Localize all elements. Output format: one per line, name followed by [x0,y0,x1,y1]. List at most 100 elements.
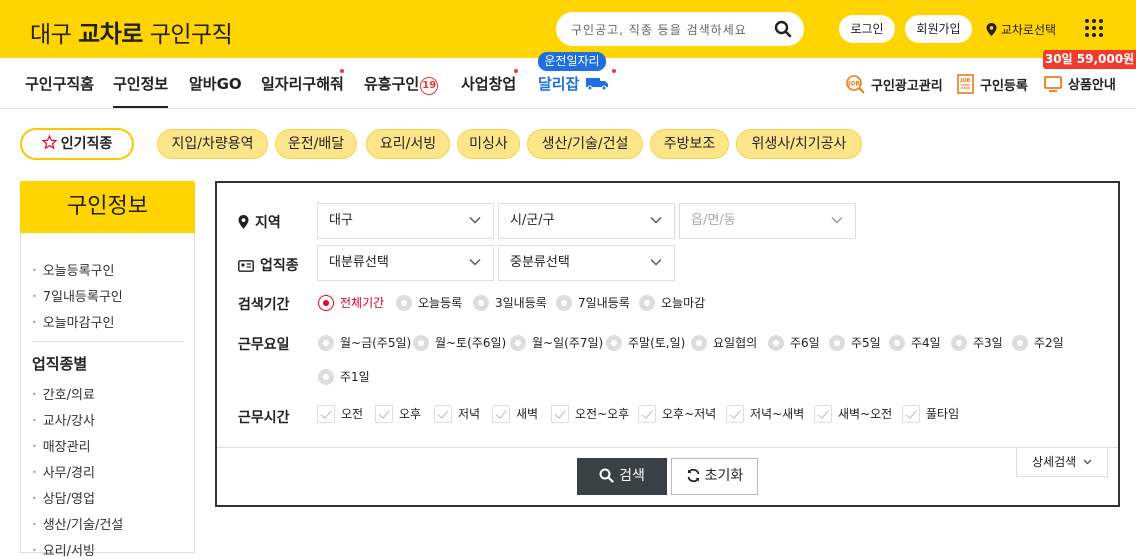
sidebar-link-7days[interactable]: 7일내등록구인 [32,286,123,305]
worktime-option-label: 풀타임 [926,407,960,421]
period-radio[interactable]: 오늘마감 [639,294,705,311]
site-logo[interactable]: 대구 교차로 구인구직 [30,14,233,49]
nav-item-find-job[interactable]: 일자리구해줘 [261,73,344,94]
period-radio[interactable]: 전체기간 [318,294,384,311]
sidebar-category-item[interactable]: 사무/경리 [32,462,95,481]
workday-radio[interactable]: 주6일 [768,334,820,351]
detail-search-label: 상세검색 [1032,455,1077,469]
sidebar-category-item[interactable]: 매장관리 [32,436,91,455]
worktime-checkbox[interactable]: 저녁~새벽 [726,405,804,423]
checkbox-box [726,405,744,423]
region-select-button[interactable]: 교차로선택 [986,21,1056,38]
major-category-select[interactable]: 대분류선택 [317,245,494,281]
nav-item-adult-jobs[interactable]: 유흥구인 19 [364,73,439,95]
workday-radio[interactable]: 월~금(주5일) [318,334,411,351]
location-pin-icon [238,215,249,229]
reset-button[interactable]: 초기화 [671,458,758,495]
job-document-icon: JOB [957,74,974,94]
sidebar-link-closing[interactable]: 오늘마감구인 [32,312,115,331]
detail-search-button[interactable]: 상세검색 [1016,448,1108,477]
nav-item-dallijob-label: 달리잡 [538,75,580,93]
sidebar-divider [32,341,184,342]
driver-jobs-tooltip: 운전일자리 [538,52,606,71]
search-icon[interactable] [774,20,792,38]
worktime-label: 근무시간 [238,410,290,426]
worktime-checkbox[interactable]: 오전 [317,405,363,423]
workday-radio[interactable]: 월~토(주6일) [413,334,506,351]
truck-icon [585,78,608,91]
reset-button-label: 초기화 [704,468,744,484]
search-button[interactable]: 검색 [577,458,667,495]
sidebar-category-title: 업직종별 [32,355,88,373]
checkbox-box [434,405,452,423]
nav-item-alba-go[interactable]: 알바GO [189,73,242,94]
login-button[interactable]: 로그인 [839,15,895,43]
sidebar-category-item[interactable]: 교사/강사 [32,410,95,429]
radio-circle [829,335,845,351]
worktime-option-label: 새벽~오전 [838,407,893,421]
town-select-value: 읍/면/동 [691,213,736,228]
workday-option-label: 주1일 [340,370,370,384]
workday-radio[interactable]: 주2일 [1012,334,1064,351]
minor-category-select[interactable]: 중분류선택 [498,245,675,281]
workday-option-label: 월~일(주7일) [532,336,604,350]
nav-product-info[interactable]: 상품안내 [1044,74,1116,93]
nav-item-startup[interactable]: 사업창업 [461,73,516,94]
all-menu-grid-icon[interactable] [1085,19,1103,37]
chevron-down-icon [469,217,481,224]
chip-job[interactable]: 생산/기술/건설 [527,129,643,159]
workday-radio[interactable]: 주1일 [318,368,370,385]
workday-radio[interactable]: 주3일 [951,334,1003,351]
nav-item-home[interactable]: 구인구직홈 [25,73,94,94]
sidebar-category-item[interactable]: 요리/서빙 [32,540,95,559]
worktime-checkbox[interactable]: 오전~오후 [551,405,629,423]
chip-job[interactable]: 요리/서빙 [366,129,450,159]
district-select[interactable]: 시/군/구 [498,203,675,239]
town-select[interactable]: 읍/면/동 [679,203,856,239]
nav-ad-management[interactable]: JOB 구인광고관리 [845,74,943,94]
new-dot-icon [514,69,518,73]
worktime-checkbox[interactable]: 새벽~오전 [814,405,892,423]
workday-radio[interactable]: 주5일 [829,334,881,351]
nav-job-register[interactable]: JOB 구인등록 [957,74,1028,94]
radio-circle [606,335,622,351]
nav-item-job-info[interactable]: 구인정보 [113,73,169,108]
worktime-option-label: 오후~저녁 [662,407,717,421]
worktime-checkbox[interactable]: 오후~저녁 [638,405,716,423]
radio-circle [639,295,655,311]
radio-circle [510,335,526,351]
search-box[interactable]: 구인공고, 직종 등을 검색하세요 [556,12,804,46]
workday-radio[interactable]: 월~일(주7일) [510,334,603,351]
sidebar-category-item[interactable]: 생산/기술/건설 [32,514,124,533]
radio-circle [951,335,967,351]
chip-job[interactable]: 운전/배달 [275,129,357,159]
radio-circle [396,295,412,311]
chip-job[interactable]: 미싱사 [457,129,520,159]
period-radio[interactable]: 오늘등록 [396,294,462,311]
chip-job[interactable]: 지입/차량용역 [157,129,268,159]
signup-button[interactable]: 회원가입 [905,15,972,43]
sidebar-category-item[interactable]: 간호/의료 [32,384,95,403]
radio-circle [473,295,489,311]
worktime-checkbox[interactable]: 풀타임 [902,405,959,423]
province-select[interactable]: 대구 [317,203,494,239]
period-radio[interactable]: 7일내등록 [556,294,630,311]
nav-item-dallijob[interactable]: 달리잡 [538,73,611,94]
radio-circle [318,295,334,311]
sidebar-link-today[interactable]: 오늘등록구인 [32,260,115,279]
nav-ad-management-label: 구인광고관리 [871,79,943,94]
worktime-checkbox[interactable]: 저녁 [434,405,480,423]
search-input[interactable]: 구인공고, 직종 등을 검색하세요 [571,21,747,38]
workday-radio[interactable]: 주4일 [889,334,941,351]
svg-text:JOB: JOB [847,81,860,88]
workday-radio[interactable]: 주말(토,일) [606,334,685,351]
chip-job[interactable]: 주방보조 [650,129,729,159]
sidebar-category-item[interactable]: 상담/영업 [32,488,95,507]
worktime-option-label: 저녁 [458,407,481,421]
chip-job[interactable]: 위생사/치기공사 [736,129,862,159]
worktime-checkbox[interactable]: 오후 [375,405,421,423]
workday-radio[interactable]: 요일협의 [691,334,757,351]
worktime-checkbox[interactable]: 새벽 [492,405,538,423]
period-radio[interactable]: 3일내등록 [473,294,547,311]
workdays-label: 근무요일 [238,337,290,353]
